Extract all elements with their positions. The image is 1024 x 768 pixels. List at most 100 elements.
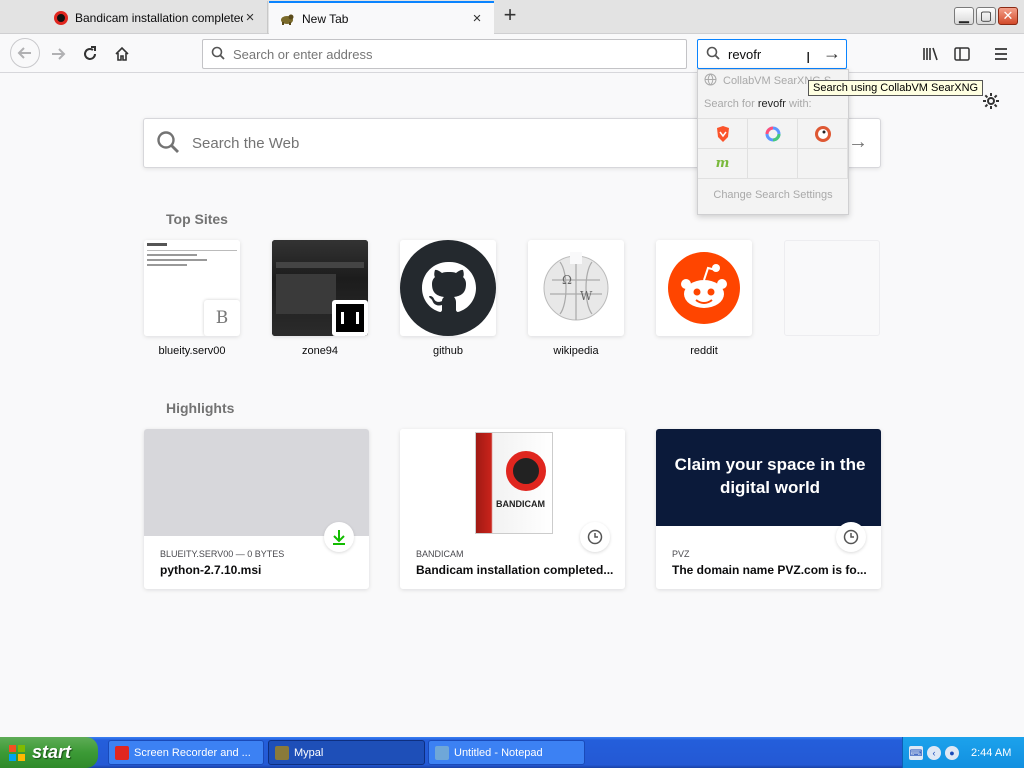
highlight-card[interactable]: Claim your space in the digital world PV… (656, 429, 881, 589)
taskbar-item-label: Mypal (294, 746, 324, 759)
windows-logo-icon (8, 744, 26, 762)
arrow-right-icon[interactable]: → (848, 131, 868, 154)
search-bar[interactable]: → (697, 39, 847, 69)
network-icon[interactable]: ● (945, 745, 959, 760)
card-title: Bandicam installation completed... (416, 563, 614, 577)
site-tile[interactable] (656, 240, 752, 336)
taskbar-item-screen-recorder[interactable]: Screen Recorder and ... (108, 740, 264, 765)
card-title: The domain name PVZ.com is fo... (672, 563, 867, 577)
duckduckgo-engine-icon[interactable] (798, 119, 848, 149)
library-icon[interactable] (917, 40, 945, 68)
taskbar-item-mypal[interactable]: Mypal (268, 740, 425, 765)
reload-icon[interactable] (76, 40, 104, 68)
top-site[interactable]: B blueity.serv00 (144, 240, 240, 357)
chevron-left-icon[interactable]: ‹ (927, 745, 941, 760)
site-label: zone94 (301, 345, 339, 357)
windows-taskbar: start Screen Recorder and ... Mypal Unti… (0, 737, 1024, 768)
change-search-settings-link[interactable]: Change Search Settings (698, 179, 848, 201)
top-site[interactable]: github (400, 240, 496, 357)
address-input[interactable] (233, 46, 686, 62)
top-site[interactable]: reddit (656, 240, 752, 357)
site-tile[interactable]: ΩW (528, 240, 624, 336)
search-icon (211, 46, 225, 63)
reddit-icon (668, 252, 740, 324)
site-tile[interactable] (400, 240, 496, 336)
empty-site-tile (784, 240, 880, 336)
search-icon (706, 46, 720, 63)
site-label: blueity.serv00 (158, 345, 226, 357)
close-window-button[interactable]: ✕ (998, 7, 1018, 25)
brave-engine-icon[interactable] (698, 119, 748, 149)
navigation-bar: → (0, 34, 1024, 73)
sidebar-icon[interactable] (948, 40, 976, 68)
tab-close-icon[interactable]: × (243, 10, 257, 25)
card-title: python-2.7.10.msi (160, 563, 262, 577)
site-favicon-badge: B (204, 300, 240, 336)
download-icon (324, 522, 354, 552)
top-site[interactable]: zone94 (272, 240, 368, 357)
highlights-heading: Highlights (166, 400, 235, 416)
card-context: PVZ (672, 549, 690, 559)
highlight-card[interactable]: BLUEITY.SERV00 — 0 BYTES python-2.7.10.m… (144, 429, 369, 589)
bandicam-box-image: BANDICAM (475, 432, 553, 534)
taskbar-item-notepad[interactable]: Untitled - Notepad (428, 740, 585, 765)
empty-engine-slot (748, 149, 798, 179)
globe-icon (704, 73, 717, 89)
top-site-empty (784, 240, 880, 345)
tab-title: Bandicam installation completed su (75, 10, 243, 25)
site-label: wikipedia (553, 345, 599, 357)
clock[interactable]: 2:44 AM (971, 747, 1011, 759)
qwant-engine-icon[interactable] (748, 119, 798, 149)
menu-icon[interactable] (987, 40, 1015, 68)
top-site[interactable]: ΩW wikipedia (528, 240, 624, 357)
svg-text:W: W (580, 289, 593, 303)
card-thumbnail (144, 429, 369, 536)
tooltip: Search using CollabVM SearXNG (808, 80, 984, 96)
search-engine-grid: m (698, 118, 848, 179)
tab-bar: Bandicam installation completed su × New… (0, 0, 1024, 35)
bandicam-icon (115, 745, 129, 760)
taskbar-item-label: Untitled - Notepad (454, 746, 543, 759)
mypal-icon (279, 12, 295, 26)
site-label: reddit (690, 345, 718, 357)
home-icon[interactable] (108, 40, 136, 68)
svg-text:Ω: Ω (562, 273, 572, 287)
start-button[interactable]: start (0, 737, 98, 768)
github-icon (400, 240, 496, 336)
clock-icon (580, 522, 610, 552)
card-thumbnail: BANDICAM (400, 429, 625, 536)
search-go-button[interactable]: → (820, 43, 844, 65)
search-icon (156, 130, 180, 157)
text-cursor-icon: I (806, 50, 811, 67)
mojeek-engine-icon[interactable]: m (698, 149, 748, 179)
wikipedia-globe-icon: ΩW (542, 250, 610, 322)
forward-icon[interactable] (44, 40, 72, 68)
system-tray: ⌨ ‹ ● 2:44 AM (902, 737, 1024, 768)
clock-icon (836, 522, 866, 552)
tab-title: New Tab (302, 12, 349, 26)
minimize-button[interactable]: ▁ (954, 7, 974, 25)
mypal-icon (275, 745, 289, 760)
pvz-banner-text: Claim your space in the digital world (674, 455, 866, 497)
new-tab-page: → Top Sites B blueity.serv00 (0, 74, 1024, 737)
gear-icon[interactable] (982, 92, 1000, 116)
site-tile[interactable]: B (144, 240, 240, 336)
new-tab-button[interactable]: + (498, 4, 522, 28)
card-thumbnail: Claim your space in the digital world (656, 429, 881, 536)
back-icon[interactable] (10, 38, 40, 68)
tab-new-tab[interactable]: New Tab × (269, 1, 494, 35)
address-bar[interactable] (202, 39, 687, 69)
highlight-card[interactable]: BANDICAM BANDICAM Bandicam installation … (400, 429, 625, 589)
tab-bandicam[interactable]: Bandicam installation completed su × (44, 1, 268, 34)
empty-engine-slot (798, 149, 848, 179)
card-context: BANDICAM (416, 549, 464, 559)
maximize-button[interactable]: ▢ (976, 7, 996, 25)
site-label: github (433, 345, 463, 357)
bandicam-icon (54, 10, 68, 25)
site-tile[interactable] (272, 240, 368, 336)
tab-close-icon[interactable]: × (470, 11, 484, 26)
site-favicon-badge (332, 300, 368, 336)
window-controls: ▁ ▢ ✕ (954, 7, 1018, 25)
keyboard-icon[interactable]: ⌨ (909, 745, 923, 760)
notepad-icon (435, 745, 449, 760)
